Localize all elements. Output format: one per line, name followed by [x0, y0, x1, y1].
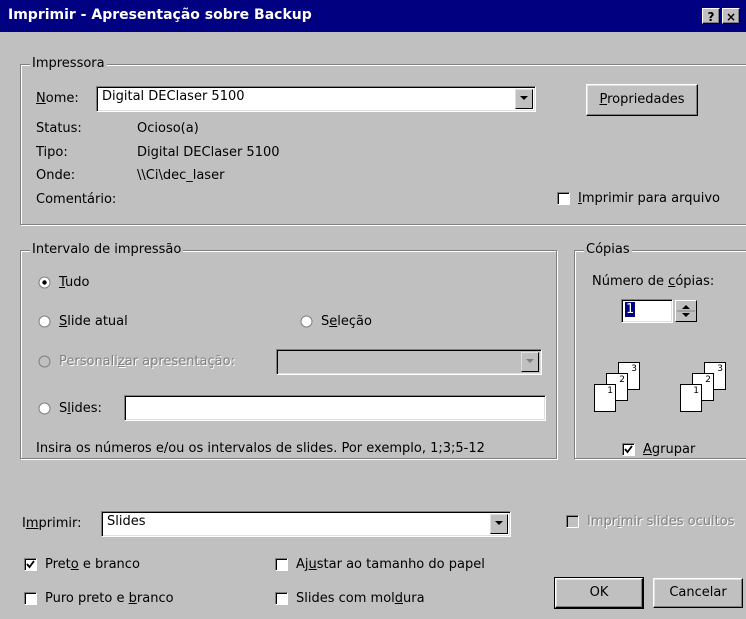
where-label: Onde: [36, 168, 76, 183]
radio-selection-label[interactable]: Seleção [321, 314, 372, 329]
radio-custom-show [38, 355, 51, 368]
close-icon: × [725, 10, 737, 24]
chevron-down-icon [520, 96, 528, 100]
checkmark-icon [26, 560, 35, 569]
help-button[interactable]: ? [702, 8, 720, 24]
copies-count-value: 1 [625, 302, 636, 317]
status-value: Ocioso(a) [137, 121, 199, 136]
radio-custom-show-label: Personalizar apresentação: [59, 354, 235, 369]
slides-hint: Insira os números e/ou os intervalos de … [36, 441, 485, 456]
frame-slides-checkbox[interactable] [275, 592, 288, 605]
cancel-button[interactable]: Cancelar [653, 578, 743, 608]
print-hidden-slides-checkbox [566, 515, 579, 528]
title-bar[interactable]: Imprimir - Apresentação sobre Backup ? × [0, 0, 746, 32]
status-label: Status: [36, 121, 82, 136]
print-to-file-checkbox[interactable] [557, 192, 570, 205]
copies-count-label: Número de cópias: [592, 274, 715, 289]
slides-input[interactable] [124, 395, 546, 421]
copies-legend: Cópias [584, 242, 632, 257]
window-title: Imprimir - Apresentação sobre Backup [8, 7, 312, 23]
collate-illustration-left: 3 2 1 [594, 362, 654, 422]
print-what-dropdown[interactable]: Slides [101, 511, 511, 537]
comment-label: Comentário: [36, 192, 117, 207]
print-hidden-slides-label: Imprimir slides ocultos [587, 514, 735, 529]
radio-selection[interactable] [300, 315, 313, 328]
fit-to-page-label[interactable]: Ajustar ao tamanho do papel [296, 557, 485, 572]
black-white-label[interactable]: Preto e branco [45, 557, 140, 572]
checkmark-icon [624, 445, 633, 454]
properties-button[interactable]: Propriedades [586, 84, 698, 116]
printer-legend: Impressora [30, 56, 107, 71]
print-what-label: Imprimir: [22, 516, 82, 531]
copies-count-input[interactable]: 1 [621, 299, 673, 323]
where-value: \\Ci\dec_laser [137, 168, 225, 183]
help-icon: ? [707, 10, 715, 24]
printer-dropdown-button[interactable] [515, 89, 533, 109]
custom-show-dropdown [276, 349, 542, 375]
type-value: Digital DEClaser 5100 [137, 145, 280, 160]
ok-button[interactable]: OK [554, 577, 644, 609]
radio-current-slide[interactable] [38, 315, 51, 328]
printer-name-value: Digital DEClaser 5100 [102, 89, 245, 104]
radio-all-label[interactable]: Tudo [59, 275, 89, 290]
close-button[interactable]: × [722, 8, 740, 24]
print-to-file-label[interactable]: Imprimir para arquivo [578, 191, 720, 206]
frame-slides-label[interactable]: Slides com moldura [296, 591, 425, 606]
chevron-down-icon [526, 359, 534, 363]
black-white-checkbox[interactable] [24, 558, 37, 571]
pure-black-white-label[interactable]: Puro preto e branco [45, 591, 174, 606]
printer-name-label: Nome: [36, 91, 79, 106]
radio-all[interactable] [38, 276, 51, 289]
chevron-down-icon [495, 521, 503, 525]
copies-spinner[interactable] [675, 300, 697, 322]
collate-label[interactable]: Agrupar [643, 442, 695, 457]
radio-slides-label[interactable]: Slides: [59, 401, 102, 416]
custom-show-dropdown-button [521, 352, 539, 372]
print-what-value: Slides [107, 514, 146, 529]
fit-to-page-checkbox[interactable] [275, 558, 288, 571]
radio-current-slide-label[interactable]: Slide atual [59, 314, 128, 329]
spinner-arrows-icon [677, 305, 695, 317]
type-label: Tipo: [36, 145, 68, 160]
print-range-legend: Intervalo de impressão [30, 242, 184, 257]
printer-name-dropdown[interactable]: Digital DEClaser 5100 [96, 86, 536, 112]
pure-black-white-checkbox[interactable] [24, 592, 37, 605]
print-what-dropdown-button[interactable] [490, 514, 508, 534]
collate-illustration-right: 3 2 1 [680, 362, 740, 422]
collate-checkbox[interactable] [622, 443, 635, 456]
radio-slides[interactable] [38, 402, 51, 415]
